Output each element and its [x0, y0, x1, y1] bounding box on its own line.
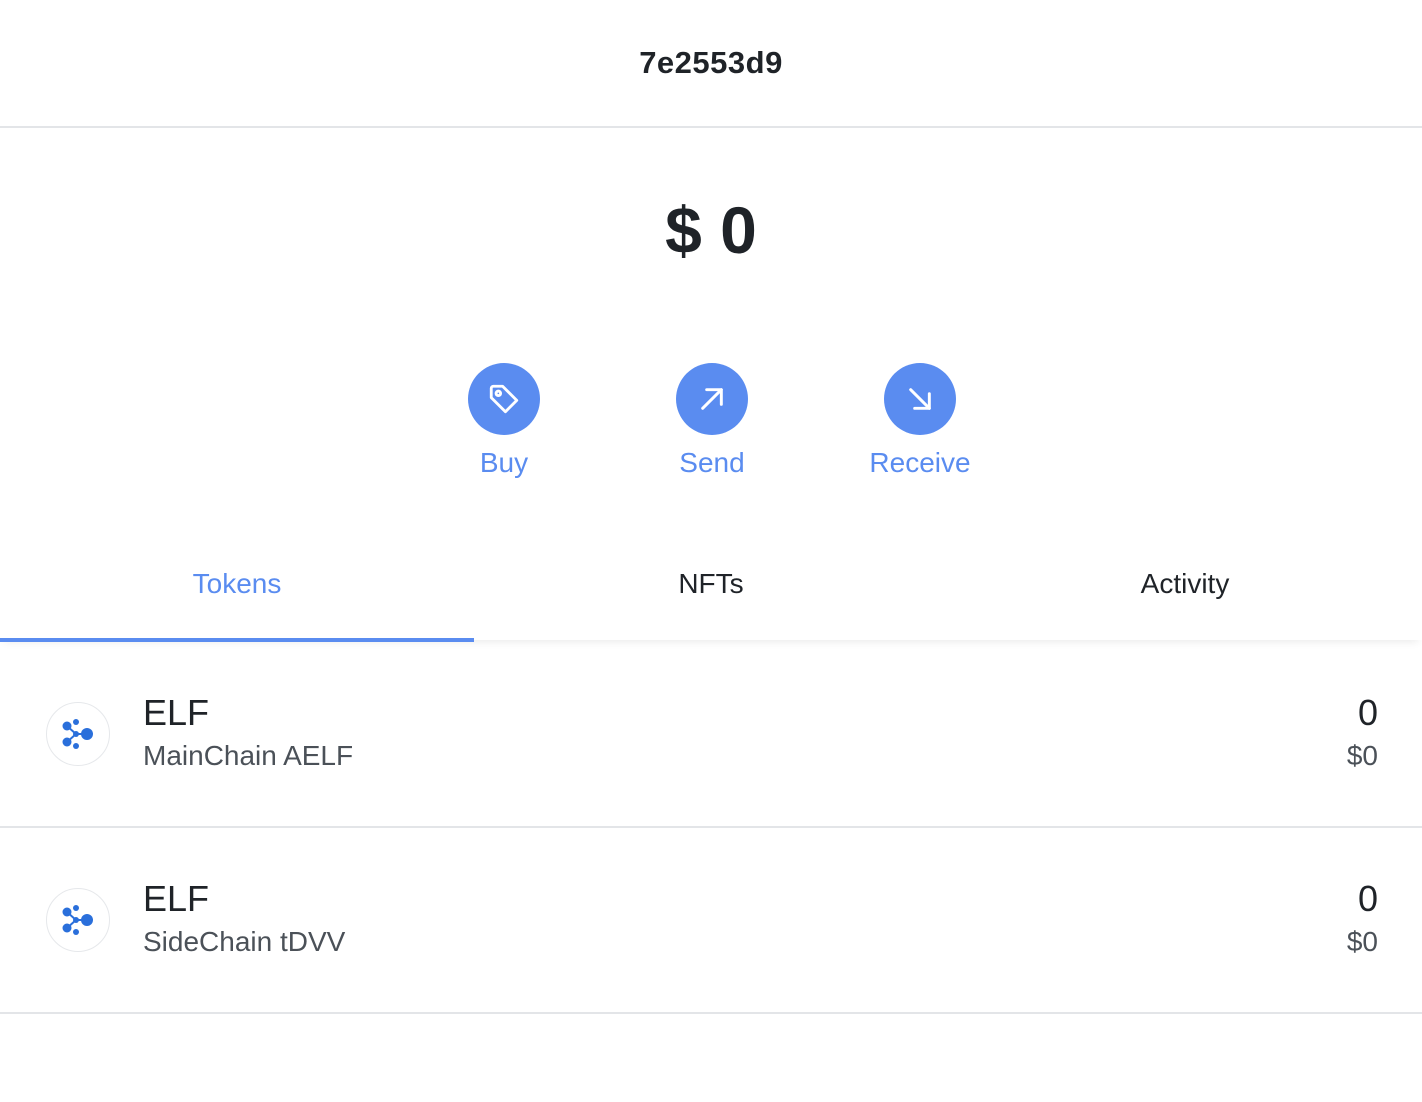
receive-button[interactable]: Receive [840, 363, 1000, 479]
token-chain: MainChain AELF [143, 740, 354, 771]
receive-circle[interactable] [884, 363, 956, 435]
buy-label: Buy [479, 447, 529, 478]
token-fiat-value: $0 [1346, 740, 1378, 771]
tab-activity[interactable]: Activity [948, 540, 1422, 640]
header: 7e2553d9 [0, 0, 1422, 128]
action-bar: Buy Send Receive [0, 363, 1422, 493]
tab-tokens[interactable]: Tokens [0, 540, 474, 642]
token-amount: 0 [1357, 692, 1378, 733]
token-symbol: ELF [143, 878, 210, 919]
aelf-logo-icon [46, 888, 110, 952]
tag-icon [489, 384, 519, 414]
total-balance: $ 0 [665, 193, 757, 267]
tab-activity-label: Activity [1140, 568, 1230, 599]
buy-circle[interactable] [468, 363, 540, 435]
token-amount: 0 [1357, 878, 1378, 919]
token-fiat-value: $0 [1346, 926, 1378, 957]
send-circle[interactable] [676, 363, 748, 435]
token-row-elf-sidechain[interactable]: ELF SideChain tDVV 0 $0 [0, 828, 1422, 1014]
tab-nfts-label: NFTs [678, 568, 744, 599]
token-row-elf-mainchain[interactable]: ELF MainChain AELF 0 $0 [0, 642, 1422, 828]
token-symbol: ELF [143, 692, 210, 733]
send-label: Send [679, 447, 745, 478]
account-name[interactable]: 7e2553d9 [639, 45, 783, 81]
arrow-down-right-icon [909, 388, 931, 410]
receive-label: Receive [869, 447, 971, 478]
buy-button[interactable]: Buy [424, 363, 584, 479]
arrow-up-right-icon [701, 388, 723, 410]
send-button[interactable]: Send [632, 363, 792, 479]
aelf-logo-icon [46, 702, 110, 766]
tab-tokens-label: Tokens [192, 568, 282, 599]
tab-bar: Tokens NFTs Activity [0, 540, 1422, 642]
tab-nfts[interactable]: NFTs [474, 540, 948, 640]
token-chain: SideChain tDVV [143, 926, 346, 957]
